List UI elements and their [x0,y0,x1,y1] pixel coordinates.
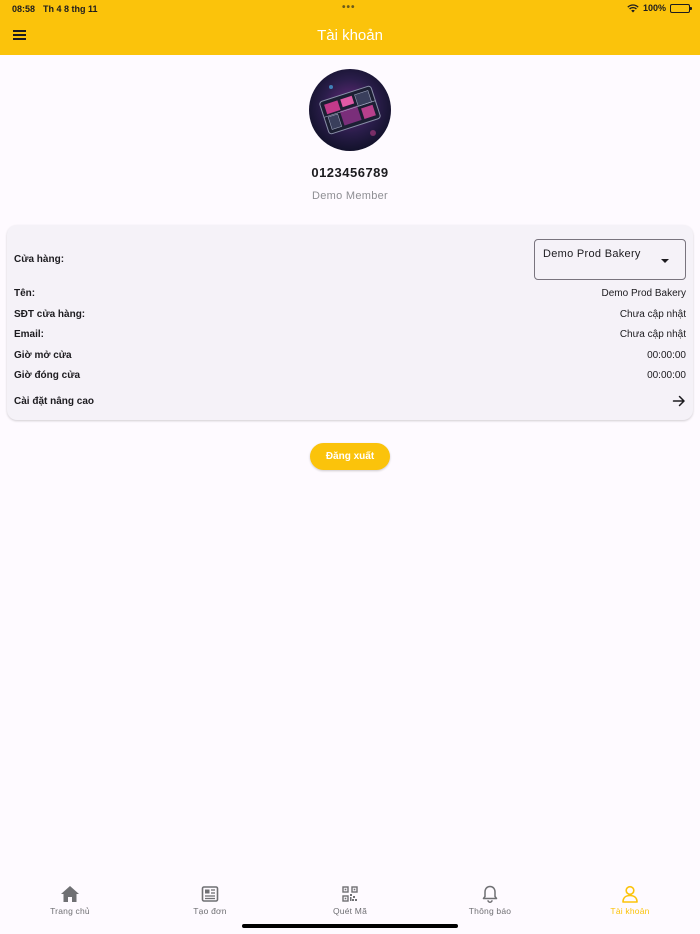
avatar[interactable] [309,69,391,151]
nav-label: Trang chủ [50,906,90,916]
info-label: Giờ đóng cửa [14,370,81,381]
store-info-card: Cửa hàng: Demo Prod Bakery Tên: Demo Pro… [7,225,693,420]
caret-down-icon [661,259,669,263]
info-row-phone: SĐT cửa hàng: Chưa cập nhật [14,309,686,325]
status-indicators: 100% [627,3,692,13]
store-dropdown[interactable]: Demo Prod Bakery [534,239,686,280]
arrow-right-icon[interactable] [672,394,686,408]
profile-member-name: Demo Member [311,190,389,202]
page-title: Tài khoản [317,27,383,44]
info-label: Giờ mở cửa [14,350,72,361]
store-dropdown-value: Demo Prod Bakery [543,248,641,260]
wifi-icon [627,3,639,12]
nav-item-account[interactable]: Tài khoản [560,878,700,918]
battery-icon [670,3,692,13]
battery-percent: 100% [642,3,666,13]
nav-label: Thông báo [468,906,512,916]
status-bar: 08:58 Th 4 8 thg 11 ••• 100% [0,0,700,18]
info-row-open-time: Giờ mở cửa 00:00:00 [14,350,686,366]
avatar-image [309,69,391,151]
info-label: SĐT cửa hàng: [14,309,86,320]
info-value: Chưa cập nhật [619,329,686,340]
info-value: Chưa cập nhật [619,309,686,320]
home-icon [61,886,79,902]
store-label: Cửa hàng: [14,254,65,265]
nav-item-home[interactable]: Trang chủ [0,878,140,918]
newspaper-icon [201,886,219,902]
logout-button[interactable]: Đăng xuất [310,443,390,470]
nav-label: Quét Mã [333,906,367,916]
status-date: Th 4 8 thg 11 [43,4,98,14]
info-value: 00:00:00 [647,350,686,361]
info-label: Tên: [14,288,36,299]
qr-code-icon [342,886,358,902]
home-indicator[interactable] [242,924,458,928]
info-row-name: Tên: Demo Prod Bakery [14,288,686,304]
nav-item-scan[interactable]: Quét Mã [280,878,420,918]
info-value: 00:00:00 [647,370,686,381]
nav-label: Tài khoản [610,906,650,916]
nav-label: Tạo đơn [193,906,227,916]
bell-icon [482,885,498,903]
multitask-dots-icon[interactable]: ••• [342,2,356,13]
nav-item-create-order[interactable]: Tạo đơn [140,878,280,918]
profile-phone: 0123456789 [311,165,389,180]
nav-item-notifications[interactable]: Thông báo [420,878,560,918]
info-row-close-time: Giờ đóng cửa 00:00:00 [14,370,686,386]
info-value: Demo Prod Bakery [601,288,686,299]
person-icon [622,885,638,903]
advanced-settings-row[interactable]: Cài đặt nâng cao [14,394,686,412]
status-time: 08:58 [12,4,36,14]
advanced-settings-label[interactable]: Cài đặt nâng cao [14,396,94,407]
info-row-email: Email: Chưa cập nhật [14,329,686,345]
info-label: Email: [14,329,45,340]
app-bar: 08:58 Th 4 8 thg 11 ••• 100% Tài khoản [0,0,700,55]
